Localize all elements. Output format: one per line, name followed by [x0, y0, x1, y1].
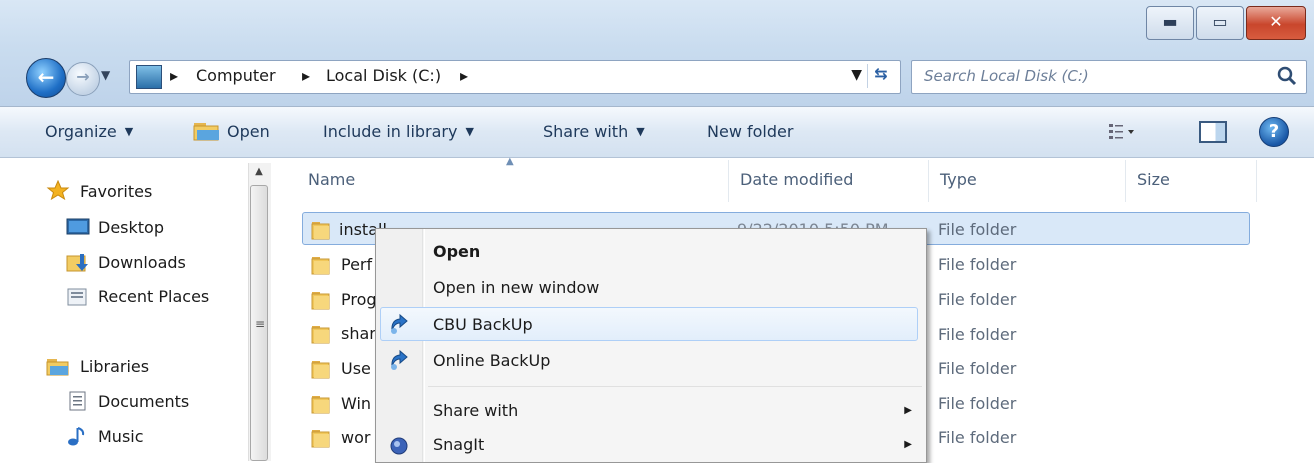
organize-button[interactable]: Organize ▼ — [45, 122, 133, 141]
title-bar: ▬ ▭ ✕ ← → ▼ ▸ Computer ▸ Local Disk (C:)… — [0, 0, 1314, 107]
breadcrumb-local-disk[interactable]: Local Disk (C:) — [326, 66, 441, 85]
nav-downloads[interactable]: Downloads — [98, 253, 186, 272]
close-button[interactable]: ✕ — [1246, 6, 1306, 40]
column-separator[interactable] — [728, 160, 729, 202]
help-icon[interactable]: ? — [1259, 117, 1289, 147]
submenu-arrow-icon: ▶ — [904, 439, 912, 450]
chevron-down-icon: ▼ — [465, 125, 474, 138]
refresh-icon[interactable]: ⇆ — [867, 64, 894, 88]
downloads-icon — [66, 254, 88, 272]
folder-icon — [311, 430, 330, 448]
recent-pages-dropdown[interactable]: ▼ — [101, 68, 115, 82]
context-menu: Open Open in new window CBU BackUp Onlin… — [375, 228, 927, 463]
forward-button[interactable]: → — [66, 62, 100, 96]
menu-item-online-backup[interactable]: Online BackUp — [433, 351, 550, 370]
menu-item-cbu-backup[interactable]: CBU BackUp — [433, 315, 533, 334]
snagit-icon — [390, 437, 408, 455]
nav-recent-places[interactable]: Recent Places — [98, 287, 209, 306]
share-with-button[interactable]: Share with ▼ — [543, 122, 645, 141]
breadcrumb-separator[interactable]: ▸ — [460, 66, 468, 85]
music-icon — [68, 427, 85, 446]
computer-icon — [136, 65, 162, 89]
submenu-arrow-icon: ▶ — [904, 405, 912, 416]
back-button[interactable]: ← — [26, 58, 66, 98]
open-folder-icon[interactable] — [193, 120, 221, 142]
menu-gutter-divider — [424, 229, 425, 462]
maximize-button[interactable]: ▭ — [1196, 6, 1244, 40]
file-type: File folder — [938, 359, 1017, 378]
file-name[interactable]: shar — [341, 324, 376, 343]
libraries-icon — [46, 359, 69, 376]
column-header-date[interactable]: Date modified — [740, 170, 853, 189]
breadcrumb-separator[interactable]: ▸ — [302, 66, 310, 85]
file-type: File folder — [938, 325, 1017, 344]
command-bar: Organize ▼ Open Include in library ▼ Share… — [0, 107, 1314, 158]
column-header-size[interactable]: Size — [1137, 170, 1170, 189]
menu-item-snagit[interactable]: SnagIt — [433, 435, 484, 454]
minimize-button[interactable]: ▬ — [1146, 6, 1194, 40]
nav-favorites[interactable]: Favorites — [80, 182, 152, 201]
scroll-up-icon[interactable]: ▲ — [250, 166, 268, 182]
desktop-icon — [66, 218, 90, 235]
file-name[interactable]: Use — [341, 359, 371, 378]
column-header-type[interactable]: Type — [940, 170, 977, 189]
star-icon — [46, 180, 70, 200]
column-separator[interactable] — [1256, 160, 1257, 202]
nav-libraries[interactable]: Libraries — [80, 357, 149, 376]
file-type: File folder — [938, 220, 1017, 239]
file-type: File folder — [938, 394, 1017, 413]
backup-icon — [391, 349, 408, 370]
search-icon[interactable] — [1276, 65, 1298, 87]
arrow-left-icon: ← — [37, 65, 55, 89]
nav-music[interactable]: Music — [98, 427, 144, 446]
scrollbar-grip-icon: ≡ — [255, 317, 266, 331]
folder-icon — [311, 361, 330, 379]
backup-icon — [391, 313, 408, 334]
file-name[interactable]: Prog — [341, 290, 377, 309]
search-placeholder[interactable]: Search Local Disk (C:) — [924, 67, 1089, 85]
file-name[interactable]: wor — [341, 428, 370, 447]
sort-ascending-icon: ▲ — [506, 156, 514, 167]
view-options-icon[interactable] — [1107, 121, 1135, 141]
nav-desktop[interactable]: Desktop — [98, 218, 164, 237]
folder-icon — [311, 326, 330, 344]
chevron-down-icon: ▼ — [124, 125, 134, 138]
menu-item-share-with[interactable]: Share with — [433, 401, 518, 420]
folder-icon — [311, 396, 330, 414]
new-folder-button[interactable]: New folder — [707, 122, 793, 141]
address-dropdown-icon[interactable]: ▼ — [851, 67, 862, 83]
documents-icon — [69, 391, 86, 411]
file-type: File folder — [938, 290, 1017, 309]
arrow-right-icon: → — [76, 67, 90, 86]
column-separator[interactable] — [1125, 160, 1126, 202]
address-bar[interactable]: ▸ Computer ▸ Local Disk (C:) ▸ ▼ ⇆ — [129, 60, 901, 94]
menu-item-open-new-window[interactable]: Open in new window — [433, 278, 599, 297]
breadcrumb-computer[interactable]: Computer — [196, 66, 276, 85]
recent-places-icon — [67, 288, 87, 306]
chevron-down-icon: ▼ — [636, 125, 645, 138]
file-type: File folder — [938, 428, 1017, 447]
window-controls: ▬ ▭ ✕ — [1144, 6, 1306, 42]
search-box[interactable]: Search Local Disk (C:) — [911, 60, 1307, 94]
column-header-name[interactable]: Name — [308, 170, 355, 189]
nav-documents[interactable]: Documents — [98, 392, 189, 411]
navigation-pane — [0, 158, 262, 461]
file-name[interactable]: Perf — [341, 255, 372, 274]
menu-icon-gutter — [376, 229, 423, 462]
menu-separator — [428, 386, 922, 387]
preview-pane-icon[interactable] — [1199, 121, 1227, 143]
folder-icon — [311, 222, 330, 240]
column-separator[interactable] — [928, 160, 929, 202]
include-in-library-button[interactable]: Include in library ▼ — [323, 122, 474, 141]
folder-icon — [311, 257, 330, 275]
breadcrumb-separator[interactable]: ▸ — [170, 66, 178, 85]
file-name[interactable]: Win — [341, 394, 371, 413]
folder-icon — [311, 292, 330, 310]
menu-item-open[interactable]: Open — [433, 242, 480, 261]
file-type: File folder — [938, 255, 1017, 274]
open-button[interactable]: Open — [227, 122, 270, 141]
